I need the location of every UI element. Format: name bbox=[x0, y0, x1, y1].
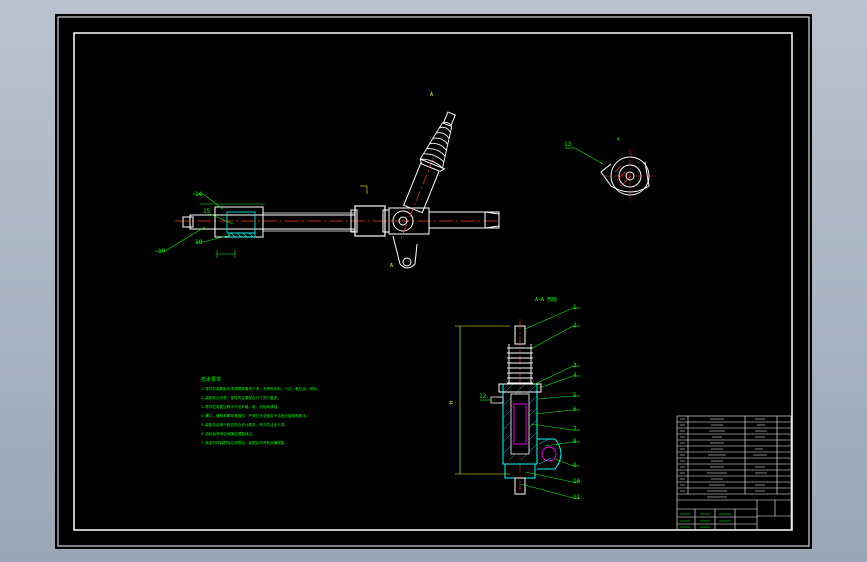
note-6: 6.齿轮齿条啮合间隙应调整适当。 bbox=[201, 431, 256, 436]
callout-19: 19 bbox=[158, 248, 166, 255]
svg-text:φ: φ bbox=[617, 136, 620, 141]
callout-10: 10 bbox=[573, 478, 581, 485]
top-callouts bbox=[155, 193, 234, 252]
note-5: 5.装配后齿条行程应符合设计要求，转向灵活无卡滞。 bbox=[201, 422, 288, 427]
callout-13: 13 bbox=[564, 141, 572, 148]
callout-15: 15 bbox=[203, 208, 211, 215]
callout-7: 7 bbox=[573, 426, 577, 433]
parts-list-table bbox=[676, 415, 792, 531]
callout-4: 4 bbox=[573, 372, 577, 379]
callout-12: 12 bbox=[479, 393, 487, 400]
callout-1: 1 bbox=[573, 304, 577, 311]
callout-14: 14 bbox=[195, 191, 203, 198]
callout-3: 3 bbox=[573, 362, 577, 369]
note-3: 3.零件在装配过程中不允许磕、碰、划伤和锈蚀。 bbox=[201, 404, 281, 409]
callout-2: 2 bbox=[573, 322, 577, 329]
svg-text:A: A bbox=[430, 92, 433, 98]
inner-frame bbox=[73, 32, 793, 531]
title-block-green bbox=[680, 513, 731, 528]
svg-text:H: H bbox=[449, 401, 455, 404]
note-2: 2.装配前应对零、部件的主要配合尺寸进行复查。 bbox=[201, 395, 281, 400]
callout-9: 9 bbox=[573, 462, 577, 469]
section-callouts: 1 2 3 4 5 6 7 8 9 10 11 12 bbox=[479, 304, 581, 501]
note-4: 4.螺钉、螺栓和螺母紧固时，严禁打击或使用不合适的旋具和扳手。 bbox=[201, 413, 310, 418]
note-7: 7.各密封件装配前应浸透油，装配后不得有渗漏现象。 bbox=[201, 440, 288, 445]
detail-view: φ bbox=[565, 136, 657, 204]
outer-frame bbox=[57, 16, 810, 547]
callout-8: 8 bbox=[573, 438, 577, 445]
note-1: 1.零件在装配前必须清理和清洗干净，不得有毛刺、飞边、氧化皮、锈蚀。 bbox=[201, 386, 320, 391]
callout-5: 5 bbox=[573, 392, 577, 399]
technical-notes: 技术要求 1.零件在装配前必须清理和清洗干净，不得有毛刺、飞边、氧化皮、锈蚀。 … bbox=[201, 376, 320, 445]
callout-18: 18 bbox=[195, 239, 203, 246]
svg-text:A: A bbox=[390, 263, 393, 269]
callout-6: 6 bbox=[573, 406, 577, 413]
drawing-viewport[interactable]: A A 14 18 19 15 φ 13 A—A 剖面 H 1 2 3 4 5 … bbox=[55, 14, 812, 549]
rack-assembly-view: A A bbox=[175, 92, 500, 269]
section-view: H bbox=[449, 319, 562, 495]
notes-title: 技术要求 bbox=[201, 376, 221, 383]
callout-11: 11 bbox=[573, 494, 581, 501]
cad-drawing: A A 14 18 19 15 φ 13 A—A 剖面 H 1 2 3 4 5 … bbox=[57, 16, 810, 547]
section-label: A—A 剖面 bbox=[535, 296, 557, 303]
